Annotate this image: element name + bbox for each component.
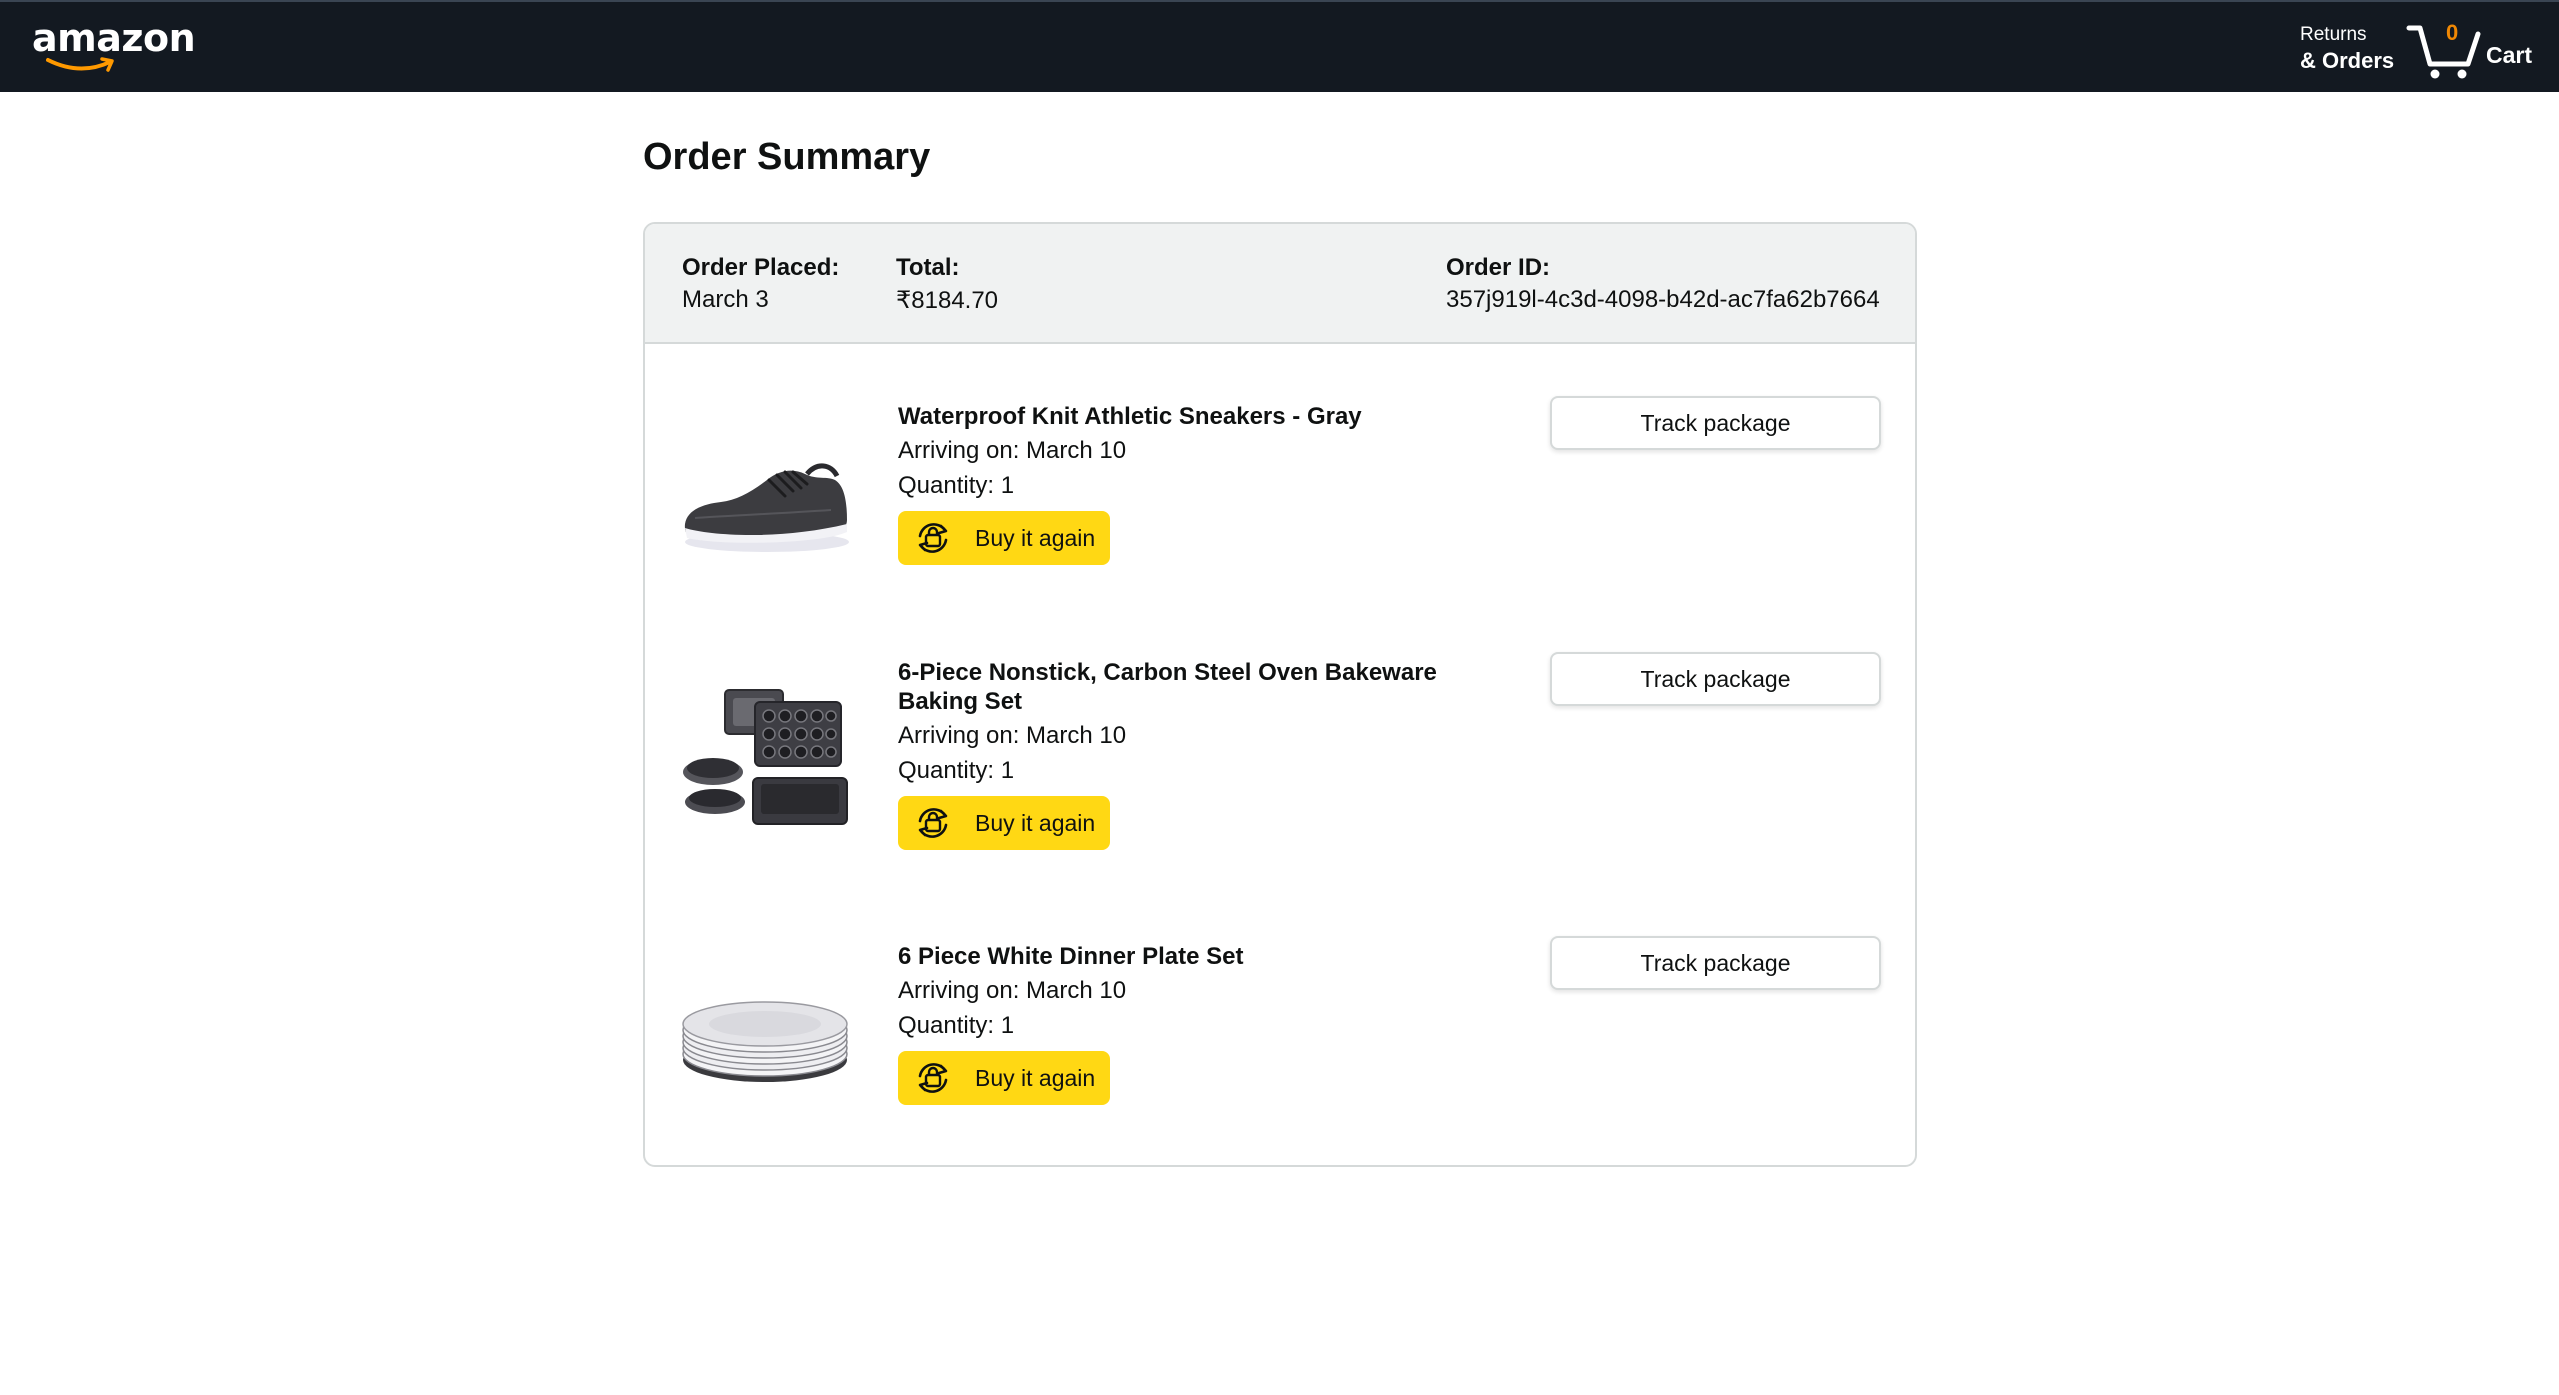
buy-it-again-button[interactable]: Buy it again (898, 1051, 1110, 1105)
item-name[interactable]: 6 Piece White Dinner Plate Set (898, 942, 1508, 971)
buy-again-icon (918, 523, 948, 553)
item-details: Waterproof Knit Athletic Sneakers - Gray… (898, 402, 1508, 565)
item-name[interactable]: 6-Piece Nonstick, Carbon Steel Oven Bake… (898, 658, 1508, 716)
order-total-label: Total: (896, 254, 960, 281)
returns-label: Returns (2300, 24, 2367, 45)
buy-it-again-label: Buy it again (975, 1065, 1096, 1091)
track-package-button[interactable]: Track package (1550, 396, 1881, 450)
order-item: 6 Piece White Dinner Plate Set Arriving … (645, 936, 1915, 1142)
buy-again-icon (918, 1063, 948, 1093)
order-total-value: ₹8184.70 (896, 287, 999, 314)
arrival-date: Arriving on: March 10 (898, 437, 1127, 464)
buy-again-icon (918, 808, 948, 838)
buy-it-again-button[interactable]: Buy it again (898, 511, 1110, 565)
item-quantity: Quantity: 1 (898, 1012, 1015, 1039)
track-package-button[interactable]: Track package (1550, 652, 1881, 706)
cart-count-badge: 0 (2446, 20, 2459, 45)
order-id-label: Order ID: (1446, 254, 1551, 281)
logo-smile-icon (46, 57, 114, 72)
order-header: Order Placed: March 3 Total: ₹8184.70 Or… (645, 224, 1915, 344)
buy-it-again-label: Buy it again (975, 810, 1096, 836)
item-name[interactable]: Waterproof Knit Athletic Sneakers - Gray (898, 402, 1508, 431)
cart-icon (2406, 25, 2481, 79)
dinner-plates-product-image[interactable] (681, 952, 849, 1120)
orders-label: & Orders (2300, 48, 2395, 73)
returns-and-orders-link[interactable]: Returns & Orders (2300, 22, 2410, 78)
order-item: 6-Piece Nonstick, Carbon Steel Oven Bake… (645, 652, 1915, 858)
item-details: 6-Piece Nonstick, Carbon Steel Oven Bake… (898, 658, 1508, 850)
order-item: Waterproof Knit Athletic Sneakers - Gray… (645, 396, 1915, 602)
sneaker-product-image[interactable] (681, 418, 849, 586)
order-card: Order Placed: March 3 Total: ₹8184.70 Or… (643, 222, 1917, 1167)
top-nav-bar: amazon Returns & Orders 0 Cart (0, 0, 2559, 92)
item-quantity: Quantity: 1 (898, 757, 1015, 784)
buy-it-again-button[interactable]: Buy it again (898, 796, 1110, 850)
arrival-date: Arriving on: March 10 (898, 977, 1127, 1004)
item-details: 6 Piece White Dinner Plate Set Arriving … (898, 942, 1508, 1105)
track-package-button[interactable]: Track package (1550, 936, 1881, 990)
order-placed: Order Placed: March 3 (682, 254, 839, 314)
logo-text: amazon (32, 16, 196, 60)
amazon-logo[interactable]: amazon (32, 16, 196, 80)
order-placed-value: March 3 (682, 286, 769, 313)
order-total: Total: ₹8184.70 (896, 254, 998, 315)
page-title: Order Summary (643, 136, 931, 178)
item-quantity: Quantity: 1 (898, 472, 1015, 499)
arrival-date: Arriving on: March 10 (898, 722, 1127, 749)
cart-label: Cart (2486, 42, 2533, 68)
order-placed-label: Order Placed: (682, 254, 840, 281)
buy-it-again-label: Buy it again (975, 525, 1096, 551)
bakeware-product-image[interactable] (681, 680, 849, 848)
order-id-value: 357j919l-4c3d-4098-b42d-ac7fa62b7664 (1446, 286, 1880, 313)
cart-button[interactable]: 0 Cart (2406, 16, 2536, 80)
order-id: Order ID: 357j919l-4c3d-4098-b42d-ac7fa6… (1446, 254, 1880, 314)
